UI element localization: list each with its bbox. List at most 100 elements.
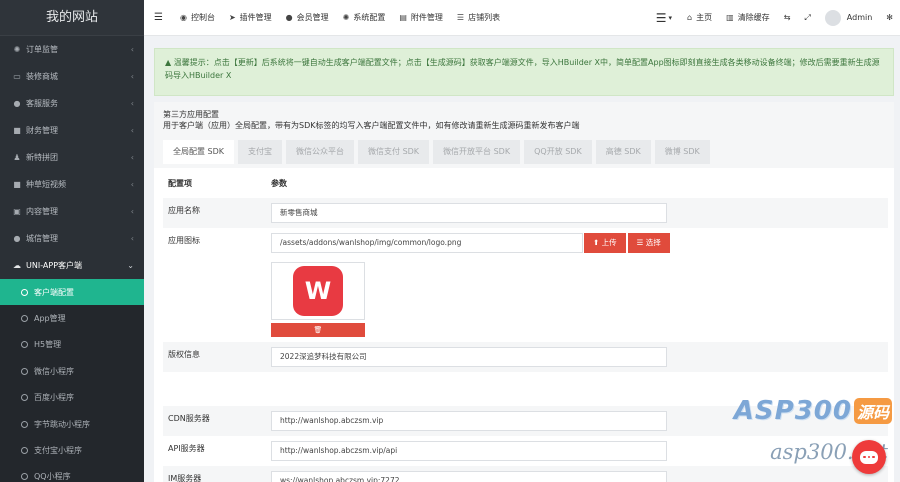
sub-item-qq-mini[interactable]: QQ小程序 (0, 464, 144, 482)
wechat-icon: ● (13, 234, 21, 243)
caret-down-icon: ▾ (668, 13, 673, 22)
sub-item-app[interactable]: App管理 (0, 305, 144, 331)
chat-bubble-icon (860, 450, 878, 464)
chevron-left-icon: ‹ (130, 180, 134, 189)
nav-dashboard[interactable]: ◉ 控制台 (173, 0, 222, 35)
sub-item-bytedance-mini[interactable]: 字节跳动小程序 (0, 411, 144, 437)
circle-icon (21, 420, 28, 428)
sidebar-item-decorate-mall[interactable]: ▭ 装修商城 ‹ (0, 63, 144, 90)
nav-label: 店铺列表 (468, 13, 501, 22)
sub-item-baidu-mini[interactable]: 百度小程序 (0, 385, 144, 411)
chat-button[interactable] (852, 440, 886, 474)
api-input[interactable]: http://wanlshop.abczsm.vip/api (271, 441, 667, 461)
nav-label: 附件管理 (410, 13, 443, 22)
nav-system-config[interactable]: ✺ 系统配置 (336, 0, 393, 35)
circle-icon (21, 394, 28, 402)
tab-wechat-pay-sdk[interactable]: 微信支付 SDK (358, 140, 430, 164)
monitor-icon: ▭ (13, 72, 21, 81)
sub-item-label: 百度小程序 (34, 393, 74, 403)
im-input[interactable]: ws://wanlshop.abczsm.vip:7272 (271, 471, 667, 482)
home-button[interactable]: ⌂ 主页 (680, 0, 719, 35)
sidebar-item-uniapp[interactable]: ☁ UNI-APP客户端 ⌄ (0, 252, 144, 279)
sub-item-label: 微信小程序 (34, 366, 74, 376)
sub-item-alipay-mini[interactable]: 支付宝小程序 (0, 437, 144, 463)
copyright-label: 版权信息 (168, 350, 200, 359)
tab-wechat-mp[interactable]: 微信公众平台 (286, 140, 355, 164)
nav-shop-list[interactable]: ☰ 店铺列表 (450, 0, 507, 35)
circle-icon (21, 447, 28, 455)
app-logo-icon: W (293, 266, 343, 316)
row-app-icon: 应用图标 /assets/addons/wanlshop/img/common/… (163, 228, 888, 342)
panel-description: 用于客户端（应用）全局配置，带有为SDK标签的均写入客户端配置文件中，如有修改请… (163, 121, 580, 130)
site-brand[interactable]: 我的网站 (0, 0, 144, 36)
nav-label: 插件管理 (239, 13, 272, 22)
sidebar-item-label: UNI-APP客户端 (26, 261, 83, 270)
clear-cache-label: 清除缓存 (737, 13, 770, 22)
sidebar-item-content[interactable]: ▣ 内容管理 ‹ (0, 198, 144, 225)
sidebar-toggle-button[interactable]: ☰ (144, 0, 173, 35)
chevron-left-icon: ‹ (130, 72, 134, 81)
cog-icon: ✺ (342, 13, 350, 22)
sub-item-label: QQ小程序 (34, 472, 71, 482)
sub-item-client-config[interactable]: 客户端配置 (0, 279, 144, 306)
upload-button[interactable]: ⬆ 上传 (584, 233, 626, 253)
tab-global-sdk[interactable]: 全局配置 SDK (163, 140, 235, 164)
app-name-label: 应用名称 (168, 206, 200, 215)
cloud-icon: ☁ (13, 261, 21, 270)
sidebar-item-label: 种草短视频 (26, 180, 66, 189)
panel-title: 第三方应用配置 (163, 110, 219, 119)
sidebar-item-finance[interactable]: ■ 财务管理 ‹ (0, 117, 144, 144)
tab-alipay[interactable]: 支付宝 (238, 140, 283, 164)
chevron-left-icon: ‹ (130, 207, 134, 216)
sidebar-item-group-buy[interactable]: ♟ 新特拼团 ‹ (0, 144, 144, 171)
settings-button[interactable]: ✻ (879, 0, 900, 35)
panel-heading: 第三方应用配置 用于客户端（应用）全局配置，带有为SDK标签的均写入客户端配置文… (154, 102, 894, 168)
sidebar-item-wechat[interactable]: ● 城信管理 ‹ (0, 225, 144, 252)
row-app-name: 应用名称 新零售商城 (163, 198, 888, 228)
sidebar-item-short-video[interactable]: ■ 种草短视频 ‹ (0, 171, 144, 198)
chevron-left-icon: ‹ (130, 126, 134, 135)
choose-button[interactable]: ☰ 选择 (627, 233, 670, 253)
admin-profile[interactable]: Admin (818, 0, 880, 35)
row-copyright: 版权信息 2022深追梦科技有限公司 (163, 342, 888, 372)
file-icon: ▤ (399, 13, 407, 22)
nav-members[interactable]: ● 会员管理 (279, 0, 336, 35)
app-name-input[interactable]: 新零售商城 (271, 203, 667, 223)
main-content: ▲ 温馨提示：点击【更新】后系统将一键自动生成客户端配置文件；点击【生成源码】获… (144, 36, 900, 482)
top-navbar: ☰ ◉ 控制台 ➤ 插件管理 ● 会员管理 ✺ 系统配置 ▤ 附件管理 ☰ 店铺… (144, 0, 900, 36)
circle-icon (21, 315, 28, 323)
sub-item-wechat-mini[interactable]: 微信小程序 (0, 358, 144, 384)
nav-plugins[interactable]: ➤ 插件管理 (222, 0, 279, 35)
tab-weibo-sdk[interactable]: 微博 SDK (654, 140, 710, 164)
menu-icon: ☰ (655, 10, 667, 25)
tip-alert: ▲ 温馨提示：点击【更新】后系统将一键自动生成客户端配置文件；点击【生成源码】获… (154, 48, 894, 96)
sidebar: 我的网站 ✺ 订单监管 ‹ ▭ 装修商城 ‹ ● 客服服务 ‹ ■ 财务管理 ‹… (0, 0, 144, 482)
delete-icon-button[interactable]: 🗑 (271, 323, 365, 337)
chat-icon: ● (13, 99, 21, 108)
sub-item-label: App管理 (34, 314, 66, 324)
tab-qq-sdk[interactable]: QQ开放 SDK (524, 140, 592, 164)
config-panel: 第三方应用配置 用于客户端（应用）全局配置，带有为SDK标签的均写入客户端配置文… (154, 102, 894, 482)
sub-item-h5[interactable]: H5管理 (0, 332, 144, 358)
config-form: 配置项 参数 应用名称 新零售商城 应用图标 /assets/addons/wa… (154, 168, 894, 482)
sidebar-item-customer-service[interactable]: ● 客服服务 ‹ (0, 90, 144, 117)
tab-wechat-open-sdk[interactable]: 微信开放平台 SDK (433, 140, 521, 164)
more-menu-button[interactable]: ☰ ▾ (648, 0, 680, 35)
app-icon-path-input[interactable]: /assets/addons/wanlshop/img/common/logo.… (271, 233, 583, 253)
fullscreen-button[interactable]: ⤢ (797, 0, 817, 35)
cdn-input[interactable]: http://wanlshop.abczsm.vip (271, 411, 667, 431)
copyright-input[interactable]: 2022深追梦科技有限公司 (271, 347, 667, 367)
config-tabs: 全局配置 SDK 支付宝 微信公众平台 微信支付 SDK 微信开放平台 SDK … (163, 140, 885, 164)
language-button[interactable]: ⇆ (777, 0, 798, 35)
sidebar-item-order-supervision[interactable]: ✺ 订单监管 ‹ (0, 36, 144, 63)
nav-attachments[interactable]: ▤ 附件管理 (392, 0, 450, 35)
chevron-left-icon: ‹ (130, 153, 134, 162)
clear-cache-button[interactable]: ▥ 清除缓存 (719, 0, 777, 35)
tab-amap-sdk[interactable]: 高德 SDK (595, 140, 651, 164)
edit-icon: ▣ (13, 207, 21, 216)
bookmark-icon: ■ (13, 126, 21, 135)
sub-item-label: H5管理 (34, 340, 62, 350)
user-icon: ● (285, 13, 293, 22)
row-spacer (163, 372, 888, 406)
form-header: 配置项 参数 (163, 168, 888, 198)
